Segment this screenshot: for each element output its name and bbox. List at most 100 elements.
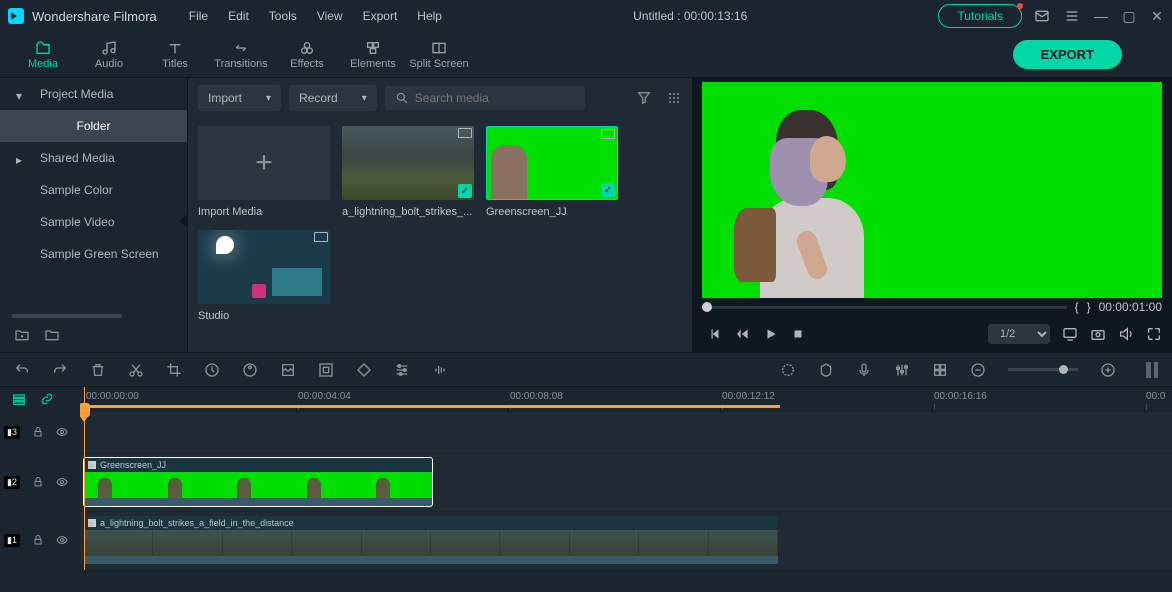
new-folder-icon[interactable] (14, 327, 30, 343)
greenscreen-tool-icon[interactable] (280, 362, 296, 378)
media-item-import[interactable]: + Import Media (198, 126, 330, 218)
menu-tools[interactable]: Tools (269, 9, 297, 23)
zoom-in-icon[interactable] (1100, 362, 1116, 378)
menu-view[interactable]: View (317, 9, 343, 23)
mixer-icon[interactable] (894, 362, 910, 378)
lock-icon[interactable] (32, 426, 44, 438)
zoom-handle[interactable] (1059, 365, 1068, 374)
menu-icon[interactable] (1064, 8, 1080, 24)
preview-viewport[interactable] (702, 82, 1162, 298)
maximize-icon[interactable]: ▢ (1122, 8, 1136, 25)
eye-icon[interactable] (56, 476, 68, 488)
ruler-tick: 00:0 (1146, 391, 1165, 402)
render-icon[interactable] (780, 362, 796, 378)
tab-media[interactable]: Media (10, 33, 76, 77)
volume-icon[interactable] (1118, 326, 1134, 342)
import-dropdown[interactable]: Import (198, 85, 281, 111)
display-icon[interactable] (1062, 326, 1078, 342)
redo-icon[interactable] (52, 362, 68, 378)
tab-transitions[interactable]: Transitions (208, 33, 274, 77)
zoom-slider[interactable] (1008, 368, 1078, 371)
clip-lightning[interactable]: ▶a_lightning_bolt_strikes_a_field_in_the… (84, 516, 778, 564)
menu-edit[interactable]: Edit (228, 9, 249, 23)
link-icon[interactable] (40, 392, 54, 406)
eye-icon[interactable] (56, 534, 68, 546)
delete-icon[interactable] (90, 362, 106, 378)
check-icon: ✓ (601, 183, 615, 197)
keyframe-icon[interactable] (356, 362, 372, 378)
timeline-left: ▮3 ▮2 ▮1 (0, 387, 80, 570)
scrub-handle[interactable] (702, 302, 712, 312)
mark-in-icon[interactable]: { (1075, 300, 1079, 314)
media-item-greenscreen[interactable]: ✓ Greenscreen_JJ (486, 126, 618, 218)
audio-tool-icon[interactable] (432, 362, 448, 378)
eye-icon[interactable] (56, 426, 68, 438)
menu-file[interactable]: File (189, 9, 208, 23)
undo-icon[interactable] (14, 362, 30, 378)
app-name: Wondershare Filmora (32, 9, 157, 24)
minimize-icon[interactable]: — (1094, 8, 1108, 24)
mark-out-icon[interactable]: } (1087, 300, 1091, 314)
filter-icon[interactable] (636, 90, 652, 106)
playhead[interactable] (84, 387, 85, 570)
sidebar-project-media[interactable]: ▾ Project Media (0, 78, 187, 110)
play-icon[interactable] (764, 327, 778, 341)
media-item-lightning[interactable]: ✓ a_lightning_bolt_strikes_... (342, 126, 474, 218)
stop-icon[interactable] (792, 328, 804, 340)
snapshot-icon[interactable] (1090, 326, 1106, 342)
grid-view-icon[interactable] (666, 90, 682, 106)
collapse-indicator-icon[interactable] (179, 214, 187, 228)
search-box[interactable] (385, 86, 585, 110)
sidebar-shared-media[interactable]: ▸ Shared Media (0, 142, 187, 174)
grid-icon[interactable] (932, 362, 948, 378)
color-icon[interactable] (242, 362, 258, 378)
studio-thumbnail[interactable] (198, 230, 330, 304)
tutorials-button[interactable]: Tutorials (938, 4, 1022, 28)
timeline-track-3[interactable] (80, 411, 1172, 453)
adjust-icon[interactable] (394, 362, 410, 378)
folder-icon[interactable] (44, 327, 60, 343)
media-item-studio[interactable]: Studio (198, 230, 330, 322)
speed-icon[interactable] (204, 362, 220, 378)
scrub-track[interactable] (702, 306, 1067, 309)
sidebar-sample-green[interactable]: Sample Green Screen (0, 238, 187, 270)
zoom-select[interactable]: 1/2 (988, 324, 1050, 344)
sidebar-sample-color[interactable]: Sample Color (0, 174, 187, 206)
timeline-track-2[interactable]: ▶Greenscreen_JJ (80, 453, 1172, 511)
tab-titles[interactable]: Titles (142, 33, 208, 77)
crop-icon[interactable] (166, 362, 182, 378)
import-thumbnail[interactable]: + (198, 126, 330, 200)
mail-icon[interactable] (1034, 8, 1050, 24)
search-input[interactable] (415, 91, 575, 105)
greenscreen-thumbnail[interactable]: ✓ (486, 126, 618, 200)
tab-elements[interactable]: Elements (340, 33, 406, 77)
timeline-track-1[interactable]: ▶a_lightning_bolt_strikes_a_field_in_the… (80, 511, 1172, 569)
record-dropdown[interactable]: Record (289, 85, 377, 111)
tab-split-screen[interactable]: Split Screen (406, 33, 472, 77)
marker-icon[interactable] (818, 362, 834, 378)
prev-frame-icon[interactable] (708, 327, 722, 341)
sidebar-folder[interactable]: Folder (0, 110, 187, 142)
fit-icon[interactable] (318, 362, 334, 378)
tab-effects[interactable]: Effects (274, 33, 340, 77)
tab-elements-label: Elements (350, 58, 396, 70)
close-icon[interactable]: ✕ (1150, 8, 1164, 25)
clip-greenscreen[interactable]: ▶Greenscreen_JJ (84, 458, 432, 506)
export-button[interactable]: EXPORT (1013, 40, 1122, 69)
fullscreen-icon[interactable] (1146, 326, 1162, 342)
tracks-icon[interactable] (12, 392, 26, 406)
play-backward-icon[interactable] (736, 327, 750, 341)
menu-help[interactable]: Help (417, 9, 442, 23)
mic-icon[interactable] (856, 362, 872, 378)
zoom-out-icon[interactable] (970, 362, 986, 378)
transitions-icon (233, 40, 249, 56)
menu-export[interactable]: Export (363, 9, 398, 23)
sidebar-sample-video[interactable]: Sample Video (0, 206, 187, 238)
lock-icon[interactable] (32, 476, 44, 488)
lightning-thumbnail[interactable]: ✓ (342, 126, 474, 200)
app-logo-icon (8, 8, 24, 24)
lock-icon[interactable] (32, 534, 44, 546)
tab-audio[interactable]: Audio (76, 33, 142, 77)
cut-icon[interactable] (128, 362, 144, 378)
timeline-body[interactable]: 00:00:00:00 00:00:04:04 00:00:08:08 00:0… (80, 387, 1172, 570)
